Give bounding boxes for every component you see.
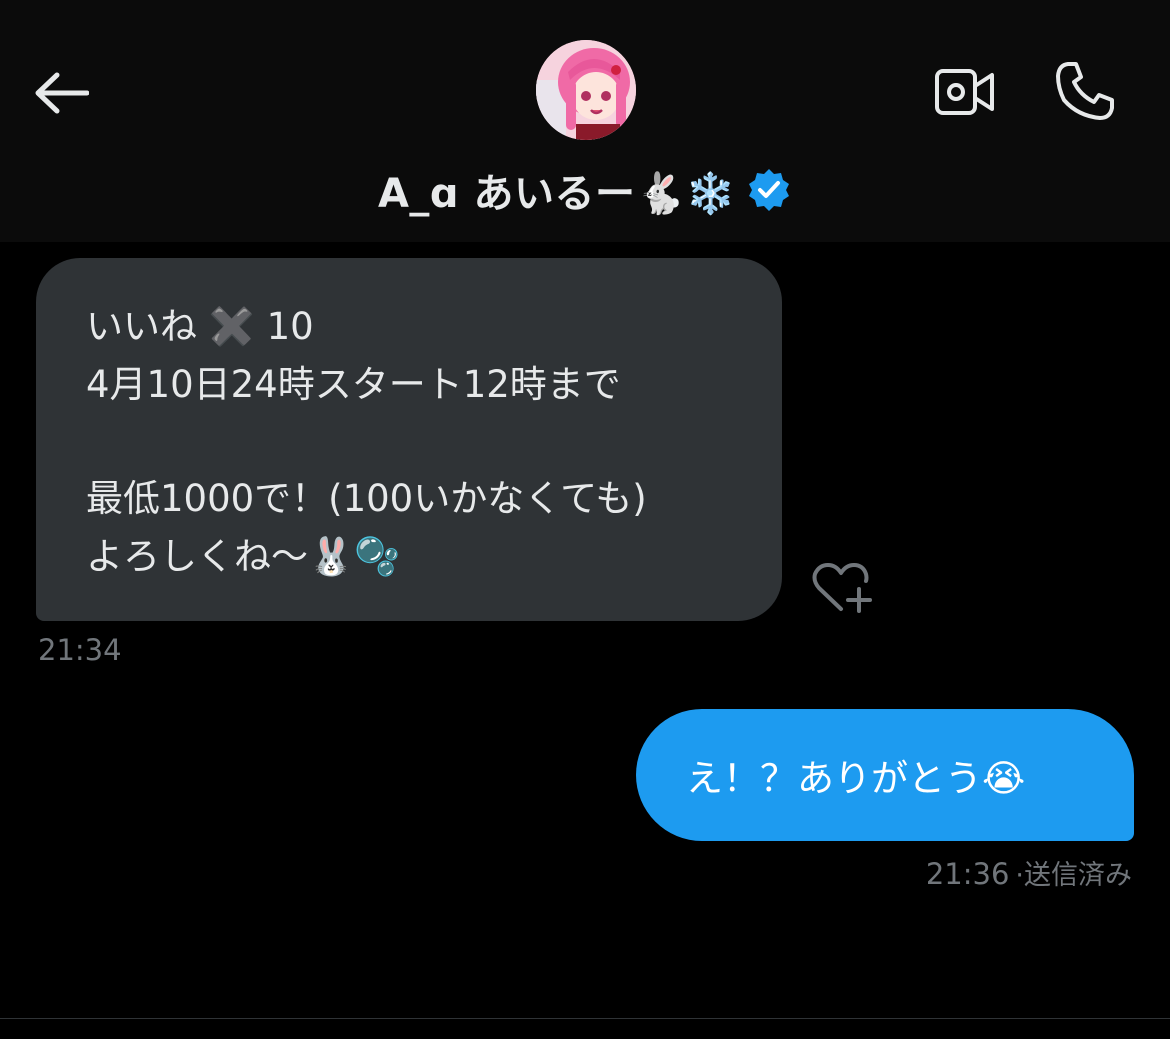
avatar[interactable] [536, 40, 636, 140]
verified-badge-icon [749, 169, 790, 211]
composer-divider [0, 1018, 1170, 1019]
received-message-bubble[interactable]: いいね ✖️ 10 4月10日24時スタート12時まで 最低1000で！(100… [36, 258, 782, 621]
heart-plus-icon [812, 563, 872, 613]
sent-message-meta: 21:36 ·送信済み [926, 853, 1132, 892]
profile-avatar [536, 40, 636, 140]
video-camera-icon [935, 69, 994, 115]
conversation-title[interactable]: A_ɑ あいるー🐇❄️ [0, 160, 1170, 220]
phone-icon [1056, 62, 1114, 120]
arrow-left-icon [35, 72, 89, 114]
sent-message-time: 21:36 [925, 857, 1010, 891]
conversation-header: A_ɑ あいるー🐇❄️ [0, 0, 1170, 242]
add-reaction-button[interactable] [810, 560, 876, 616]
sent-message-text: え！？ありがとう😭 [686, 757, 1026, 800]
video-call-button[interactable] [930, 62, 1000, 122]
message-line: よろしくね〜🐰🫧 [86, 535, 401, 578]
sent-message-bubble[interactable]: え！？ありがとう😭 [636, 709, 1134, 841]
display-name: A_ɑ あいるー🐇❄️ [377, 171, 737, 217]
received-message-time: 21:34 [38, 633, 122, 667]
voice-call-button[interactable] [1050, 56, 1120, 126]
message-line: 最低1000で！(100いかなくても) [86, 477, 647, 520]
dm-conversation-screen: A_ɑ あいるー🐇❄️ いいね ✖️ 10 4月10日24時スタート12時まで … [0, 0, 1170, 1039]
back-button[interactable] [30, 62, 92, 124]
message-line: いいね ✖️ 10 [86, 305, 314, 348]
message-line-blank [86, 414, 752, 470]
sent-status: ·送信済み [1015, 860, 1132, 891]
message-line: 4月10日24時スタート12時まで [86, 363, 621, 406]
